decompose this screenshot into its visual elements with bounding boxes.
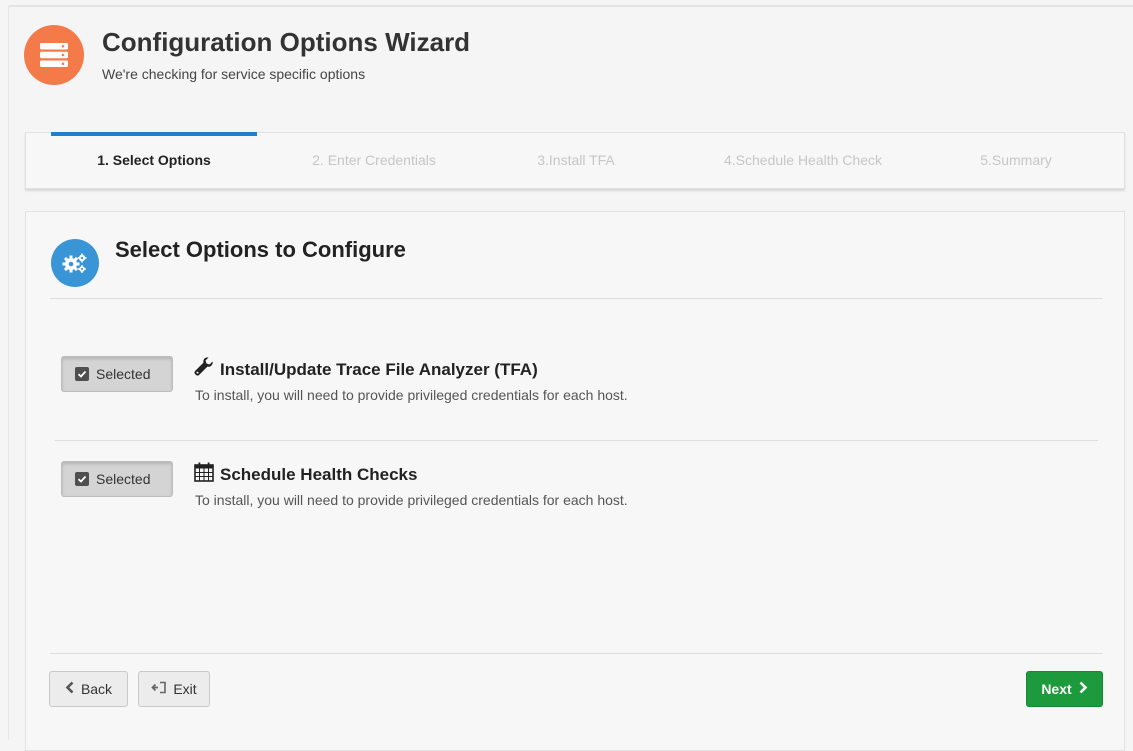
wrench-icon bbox=[194, 357, 214, 382]
option-health-check-title-text: Schedule Health Checks bbox=[220, 464, 418, 484]
calendar-icon bbox=[194, 462, 214, 487]
option-tfa-title: Install/Update Trace File Analyzer (TFA) bbox=[194, 357, 538, 382]
step-select-options[interactable]: 1. Select Options bbox=[51, 132, 257, 188]
option-health-check-toggle[interactable]: Selected bbox=[61, 461, 173, 497]
wizard-steps: 1. Select Options 2. Enter Credentials 3… bbox=[25, 132, 1125, 189]
step-install-tfa[interactable]: 3.Install TFA bbox=[473, 133, 679, 188]
checkbox-checked-icon bbox=[75, 367, 89, 381]
exit-label: Exit bbox=[173, 681, 197, 697]
option-health-check-title: Schedule Health Checks bbox=[194, 462, 417, 487]
options-panel: Select Options to Configure Selected Ins… bbox=[25, 211, 1125, 751]
next-label: Next bbox=[1041, 681, 1072, 697]
option-health-check-description: To install, you will need to provide pri… bbox=[195, 492, 628, 508]
divider bbox=[50, 298, 1103, 299]
option-tfa-description: To install, you will need to provide pri… bbox=[195, 387, 628, 403]
back-button[interactable]: Back bbox=[49, 671, 128, 707]
option-tfa-title-text: Install/Update Trace File Analyzer (TFA) bbox=[220, 359, 538, 379]
step-summary[interactable]: 5.Summary bbox=[913, 133, 1119, 188]
next-button[interactable]: Next bbox=[1026, 671, 1103, 707]
checkbox-checked-icon bbox=[75, 472, 89, 486]
page-title: Configuration Options Wizard bbox=[102, 27, 471, 57]
chevron-left-icon bbox=[65, 681, 75, 697]
gears-icon bbox=[51, 239, 99, 287]
sign-out-icon bbox=[151, 681, 167, 697]
option-tfa-toggle[interactable]: Selected bbox=[61, 356, 173, 392]
chevron-right-icon bbox=[1078, 681, 1088, 697]
footer-divider bbox=[50, 653, 1103, 654]
panel-title: Select Options to Configure bbox=[115, 237, 406, 262]
back-label: Back bbox=[80, 681, 113, 697]
exit-button[interactable]: Exit bbox=[138, 671, 210, 707]
step-enter-credentials[interactable]: 2. Enter Credentials bbox=[271, 133, 477, 188]
option-divider bbox=[55, 440, 1098, 441]
toggle-label: Selected bbox=[96, 471, 151, 487]
left-border bbox=[8, 5, 9, 740]
toggle-label: Selected bbox=[96, 366, 151, 382]
top-border bbox=[8, 5, 1133, 7]
page-subtitle: We're checking for service specific opti… bbox=[102, 66, 366, 82]
server-icon bbox=[24, 25, 84, 85]
step-schedule-health-check[interactable]: 4.Schedule Health Check bbox=[700, 133, 906, 188]
